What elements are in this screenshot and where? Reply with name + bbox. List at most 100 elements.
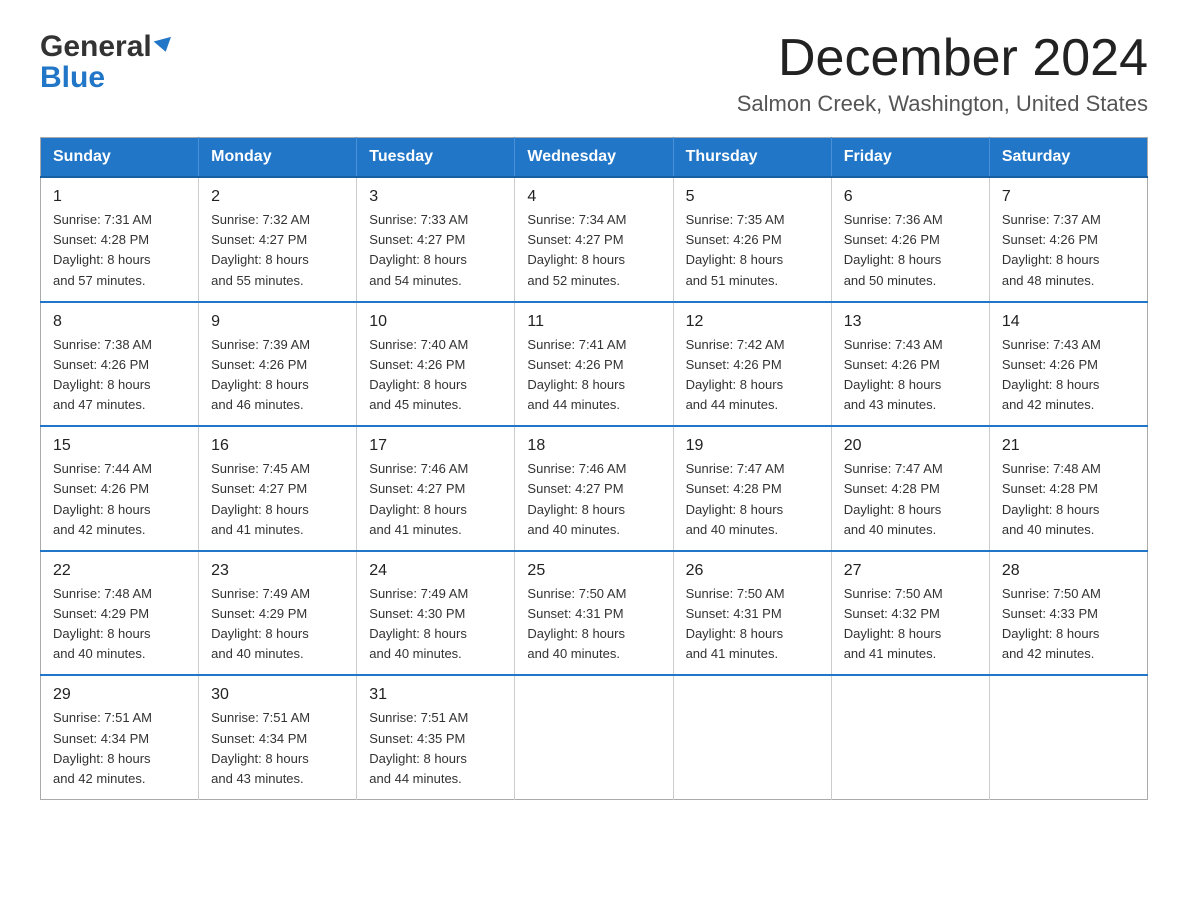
calendar-cell-week2-day0: 8 Sunrise: 7:38 AM Sunset: 4:26 PM Dayli… — [41, 302, 199, 427]
day-info: Sunrise: 7:51 AM Sunset: 4:35 PM Dayligh… — [369, 708, 502, 789]
day-info: Sunrise: 7:51 AM Sunset: 4:34 PM Dayligh… — [211, 708, 344, 789]
calendar-cell-week4-day4: 26 Sunrise: 7:50 AM Sunset: 4:31 PM Dayl… — [673, 551, 831, 676]
calendar-week-2: 8 Sunrise: 7:38 AM Sunset: 4:26 PM Dayli… — [41, 302, 1148, 427]
day-number: 6 — [844, 188, 977, 206]
day-number: 3 — [369, 188, 502, 206]
day-info: Sunrise: 7:44 AM Sunset: 4:26 PM Dayligh… — [53, 459, 186, 540]
day-info: Sunrise: 7:31 AM Sunset: 4:28 PM Dayligh… — [53, 210, 186, 291]
day-info: Sunrise: 7:47 AM Sunset: 4:28 PM Dayligh… — [844, 459, 977, 540]
day-info: Sunrise: 7:40 AM Sunset: 4:26 PM Dayligh… — [369, 335, 502, 416]
day-number: 28 — [1002, 562, 1135, 580]
weekday-header-friday: Friday — [831, 138, 989, 178]
day-number: 25 — [527, 562, 660, 580]
day-number: 5 — [686, 188, 819, 206]
day-number: 16 — [211, 437, 344, 455]
calendar-cell-week4-day5: 27 Sunrise: 7:50 AM Sunset: 4:32 PM Dayl… — [831, 551, 989, 676]
logo-text: General — [40, 30, 173, 65]
day-number: 8 — [53, 313, 186, 331]
day-info: Sunrise: 7:46 AM Sunset: 4:27 PM Dayligh… — [527, 459, 660, 540]
day-info: Sunrise: 7:50 AM Sunset: 4:31 PM Dayligh… — [686, 584, 819, 665]
day-info: Sunrise: 7:32 AM Sunset: 4:27 PM Dayligh… — [211, 210, 344, 291]
calendar-cell-week1-day4: 5 Sunrise: 7:35 AM Sunset: 4:26 PM Dayli… — [673, 177, 831, 302]
day-number: 24 — [369, 562, 502, 580]
day-info: Sunrise: 7:41 AM Sunset: 4:26 PM Dayligh… — [527, 335, 660, 416]
day-number: 4 — [527, 188, 660, 206]
day-number: 31 — [369, 686, 502, 704]
day-number: 11 — [527, 313, 660, 331]
day-info: Sunrise: 7:51 AM Sunset: 4:34 PM Dayligh… — [53, 708, 186, 789]
day-info: Sunrise: 7:47 AM Sunset: 4:28 PM Dayligh… — [686, 459, 819, 540]
day-info: Sunrise: 7:48 AM Sunset: 4:29 PM Dayligh… — [53, 584, 186, 665]
calendar-week-5: 29 Sunrise: 7:51 AM Sunset: 4:34 PM Dayl… — [41, 675, 1148, 799]
weekday-header-monday: Monday — [199, 138, 357, 178]
calendar-table: SundayMondayTuesdayWednesdayThursdayFrid… — [40, 137, 1148, 800]
day-number: 10 — [369, 313, 502, 331]
calendar-cell-week4-day3: 25 Sunrise: 7:50 AM Sunset: 4:31 PM Dayl… — [515, 551, 673, 676]
day-number: 27 — [844, 562, 977, 580]
day-number: 17 — [369, 437, 502, 455]
day-number: 26 — [686, 562, 819, 580]
weekday-header-wednesday: Wednesday — [515, 138, 673, 178]
day-number: 13 — [844, 313, 977, 331]
calendar-cell-week5-day6 — [989, 675, 1147, 799]
title-block: December 2024 Salmon Creek, Washington, … — [737, 30, 1148, 117]
day-number: 23 — [211, 562, 344, 580]
calendar-cell-week2-day3: 11 Sunrise: 7:41 AM Sunset: 4:26 PM Dayl… — [515, 302, 673, 427]
day-number: 1 — [53, 188, 186, 206]
calendar-cell-week4-day0: 22 Sunrise: 7:48 AM Sunset: 4:29 PM Dayl… — [41, 551, 199, 676]
day-number: 30 — [211, 686, 344, 704]
weekday-header-thursday: Thursday — [673, 138, 831, 178]
calendar-cell-week2-day6: 14 Sunrise: 7:43 AM Sunset: 4:26 PM Dayl… — [989, 302, 1147, 427]
day-info: Sunrise: 7:36 AM Sunset: 4:26 PM Dayligh… — [844, 210, 977, 291]
calendar-cell-week5-day2: 31 Sunrise: 7:51 AM Sunset: 4:35 PM Dayl… — [357, 675, 515, 799]
calendar-cell-week3-day2: 17 Sunrise: 7:46 AM Sunset: 4:27 PM Dayl… — [357, 426, 515, 551]
day-number: 29 — [53, 686, 186, 704]
calendar-cell-week2-day5: 13 Sunrise: 7:43 AM Sunset: 4:26 PM Dayl… — [831, 302, 989, 427]
calendar-cell-week3-day6: 21 Sunrise: 7:48 AM Sunset: 4:28 PM Dayl… — [989, 426, 1147, 551]
day-info: Sunrise: 7:45 AM Sunset: 4:27 PM Dayligh… — [211, 459, 344, 540]
calendar-cell-week1-day2: 3 Sunrise: 7:33 AM Sunset: 4:27 PM Dayli… — [357, 177, 515, 302]
day-number: 2 — [211, 188, 344, 206]
day-info: Sunrise: 7:49 AM Sunset: 4:30 PM Dayligh… — [369, 584, 502, 665]
calendar-cell-week1-day6: 7 Sunrise: 7:37 AM Sunset: 4:26 PM Dayli… — [989, 177, 1147, 302]
calendar-cell-week5-day5 — [831, 675, 989, 799]
location-subtitle: Salmon Creek, Washington, United States — [737, 91, 1148, 117]
day-number: 19 — [686, 437, 819, 455]
day-info: Sunrise: 7:38 AM Sunset: 4:26 PM Dayligh… — [53, 335, 186, 416]
day-number: 15 — [53, 437, 186, 455]
day-info: Sunrise: 7:35 AM Sunset: 4:26 PM Dayligh… — [686, 210, 819, 291]
day-info: Sunrise: 7:50 AM Sunset: 4:33 PM Dayligh… — [1002, 584, 1135, 665]
calendar-cell-week4-day1: 23 Sunrise: 7:49 AM Sunset: 4:29 PM Dayl… — [199, 551, 357, 676]
calendar-cell-week4-day6: 28 Sunrise: 7:50 AM Sunset: 4:33 PM Dayl… — [989, 551, 1147, 676]
calendar-cell-week2-day1: 9 Sunrise: 7:39 AM Sunset: 4:26 PM Dayli… — [199, 302, 357, 427]
day-number: 14 — [1002, 313, 1135, 331]
calendar-cell-week2-day4: 12 Sunrise: 7:42 AM Sunset: 4:26 PM Dayl… — [673, 302, 831, 427]
calendar-cell-week1-day0: 1 Sunrise: 7:31 AM Sunset: 4:28 PM Dayli… — [41, 177, 199, 302]
day-number: 9 — [211, 313, 344, 331]
calendar-cell-week5-day1: 30 Sunrise: 7:51 AM Sunset: 4:34 PM Dayl… — [199, 675, 357, 799]
weekday-header-sunday: Sunday — [41, 138, 199, 178]
month-title: December 2024 — [737, 30, 1148, 87]
day-info: Sunrise: 7:37 AM Sunset: 4:26 PM Dayligh… — [1002, 210, 1135, 291]
calendar-cell-week1-day1: 2 Sunrise: 7:32 AM Sunset: 4:27 PM Dayli… — [199, 177, 357, 302]
calendar-cell-week5-day4 — [673, 675, 831, 799]
logo-blue-text: Blue — [40, 61, 105, 96]
calendar-cell-week5-day0: 29 Sunrise: 7:51 AM Sunset: 4:34 PM Dayl… — [41, 675, 199, 799]
day-info: Sunrise: 7:49 AM Sunset: 4:29 PM Dayligh… — [211, 584, 344, 665]
calendar-cell-week3-day4: 19 Sunrise: 7:47 AM Sunset: 4:28 PM Dayl… — [673, 426, 831, 551]
calendar-cell-week3-day5: 20 Sunrise: 7:47 AM Sunset: 4:28 PM Dayl… — [831, 426, 989, 551]
day-number: 18 — [527, 437, 660, 455]
day-number: 21 — [1002, 437, 1135, 455]
day-number: 12 — [686, 313, 819, 331]
calendar-cell-week1-day3: 4 Sunrise: 7:34 AM Sunset: 4:27 PM Dayli… — [515, 177, 673, 302]
weekday-header-row: SundayMondayTuesdayWednesdayThursdayFrid… — [41, 138, 1148, 178]
calendar-cell-week3-day0: 15 Sunrise: 7:44 AM Sunset: 4:26 PM Dayl… — [41, 426, 199, 551]
day-number: 7 — [1002, 188, 1135, 206]
day-info: Sunrise: 7:43 AM Sunset: 4:26 PM Dayligh… — [844, 335, 977, 416]
day-info: Sunrise: 7:48 AM Sunset: 4:28 PM Dayligh… — [1002, 459, 1135, 540]
day-number: 20 — [844, 437, 977, 455]
calendar-cell-week5-day3 — [515, 675, 673, 799]
day-info: Sunrise: 7:43 AM Sunset: 4:26 PM Dayligh… — [1002, 335, 1135, 416]
calendar-cell-week4-day2: 24 Sunrise: 7:49 AM Sunset: 4:30 PM Dayl… — [357, 551, 515, 676]
calendar-week-1: 1 Sunrise: 7:31 AM Sunset: 4:28 PM Dayli… — [41, 177, 1148, 302]
